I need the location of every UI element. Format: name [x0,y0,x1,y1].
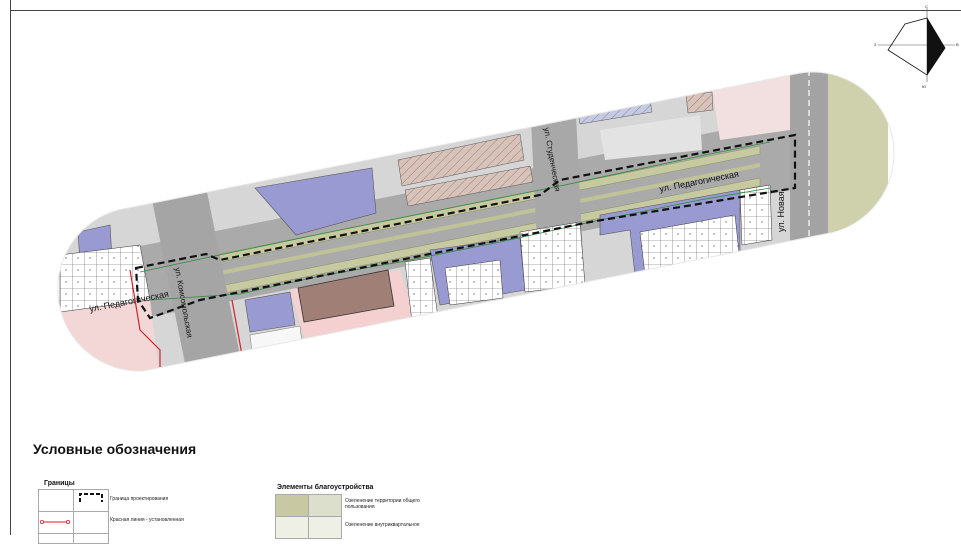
red-line-symbol-icon [39,519,70,524]
planning-area [59,72,888,372]
legend-boundaries-table [38,489,109,544]
street-label-novaya: ул. Новая [776,191,786,232]
novaya-road [790,72,830,372]
courtyard-grid-6 [739,184,773,246]
wind-rose-fill [927,18,945,75]
legend-boundary-label-2: Красная линия - установленная [110,517,184,523]
novaya-green-side [828,72,888,372]
courtyard-grid-2 [519,221,586,293]
lot-light-1 [300,75,402,135]
compass-east: В [956,42,959,47]
pink-zone-3 [60,300,160,372]
compass-north: С [925,4,928,9]
legend-boundary-label-1: Граница проектирования [110,496,169,502]
legend-improvement-label-2: Озеленение внутриквартальное [345,522,420,528]
boundary-symbol-icon [79,493,103,502]
legend-swatch-public-green [275,494,309,517]
lot-white-1 [249,325,306,372]
legend-swatch-inner-green [275,516,309,539]
compass-rose: С Ю З В [874,4,959,89]
legend-improvements-table [275,494,342,539]
courtyard-grid-1 [444,259,504,306]
compass-west: З [874,42,877,47]
legend-improvement-label-1: Озеленение территории общего пользования [345,498,420,510]
compass-south: Ю [922,84,926,89]
legend-improvements-title: Элементы благоустройства [277,484,374,491]
pink-zone-2 [710,72,790,140]
legend-title: Условные обозначения [33,441,197,457]
legend-boundaries-title: Границы [44,480,75,487]
